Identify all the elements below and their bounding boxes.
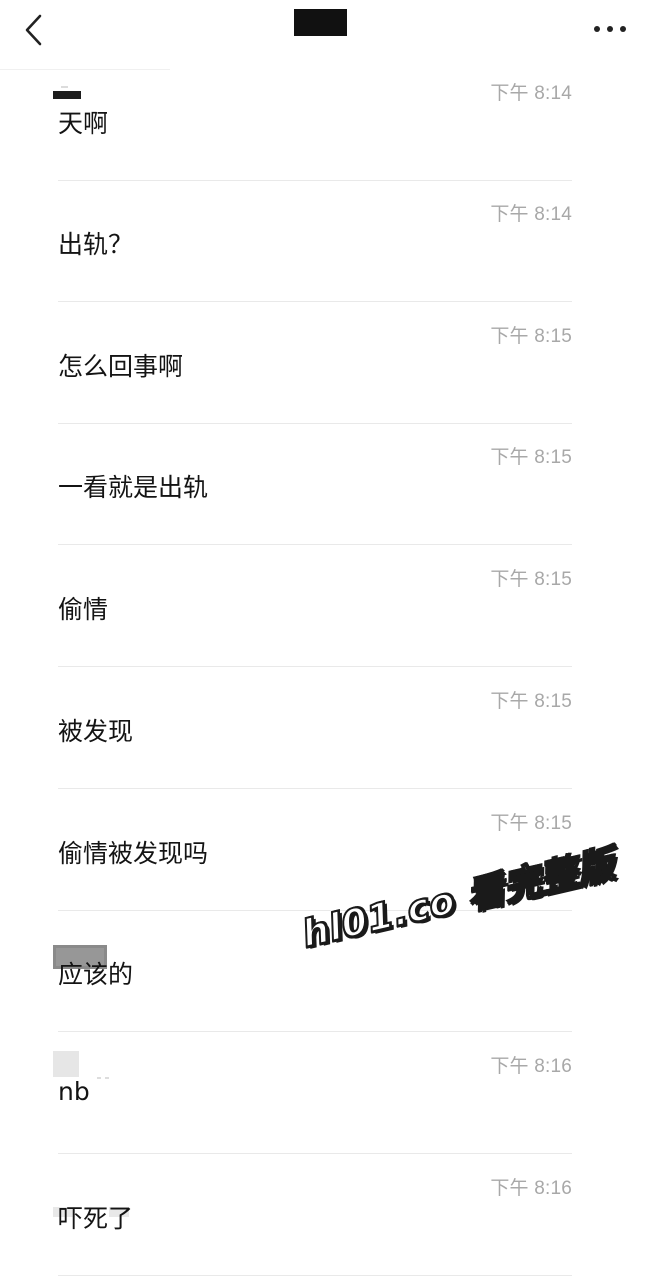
message-timestamp: 下午 8:15 [490, 691, 572, 712]
divider [58, 1153, 572, 1154]
list-item[interactable]: 下午 8:15 偷情被发现吗 [58, 790, 572, 911]
message-text: 一看就是出轨 [58, 473, 209, 502]
message-timestamp: 下午 8:15 [490, 447, 572, 468]
list-item[interactable]: 下午 8:15 偷情 [58, 546, 572, 667]
message-text: 怎么回事啊 [58, 352, 184, 381]
message-timestamp: 下午 8:14 [490, 83, 572, 104]
message-text: 被发现 [58, 717, 134, 746]
list-item[interactable]: 下午 8:15 被发现 [58, 668, 572, 789]
message-text: 应该的 [58, 960, 134, 989]
divider [58, 301, 572, 302]
title-redacted [294, 9, 347, 36]
divider [58, 666, 572, 667]
list-item[interactable]: 下午 8:16 吓死了 [53, 1155, 572, 1276]
divider [58, 1031, 572, 1032]
sender-redacted [53, 86, 81, 99]
list-item[interactable]: 下午 8:15 怎么回事啊 [58, 303, 572, 424]
message-timestamp: 下午 8:14 [490, 204, 572, 225]
more-horizontal-icon [594, 26, 626, 32]
list-item[interactable]: 下午 8:15 一看就是出轨 [58, 424, 572, 545]
message-text: nb [58, 1077, 90, 1106]
message-text: 偷情被发现吗 [58, 839, 209, 868]
divider [58, 544, 572, 545]
more-button[interactable] [584, 14, 636, 44]
list-item[interactable]: 下午 8:14 天啊 [53, 60, 572, 181]
list-item[interactable]: 下午 8:16 nb [53, 1033, 572, 1154]
message-text: 吓死了 [58, 1204, 134, 1233]
back-button[interactable] [16, 10, 52, 50]
message-timestamp: 下午 8:16 [490, 1056, 572, 1077]
divider [58, 1275, 572, 1276]
list-item[interactable]: 应该的 [53, 911, 572, 1032]
divider [58, 788, 572, 789]
message-text: 出轨？ [58, 230, 134, 259]
message-timestamp: 下午 8:15 [490, 326, 572, 347]
top-bar [0, 0, 652, 62]
message-timestamp: 下午 8:16 [490, 1178, 572, 1199]
message-text: 偷情 [58, 595, 109, 624]
chevron-left-icon [25, 14, 42, 46]
message-timestamp: 下午 8:15 [490, 813, 572, 834]
message-timestamp: 下午 8:15 [490, 569, 572, 590]
list-item[interactable]: 下午 8:14 出轨？ [58, 181, 572, 302]
message-text: 天啊 [58, 109, 109, 138]
